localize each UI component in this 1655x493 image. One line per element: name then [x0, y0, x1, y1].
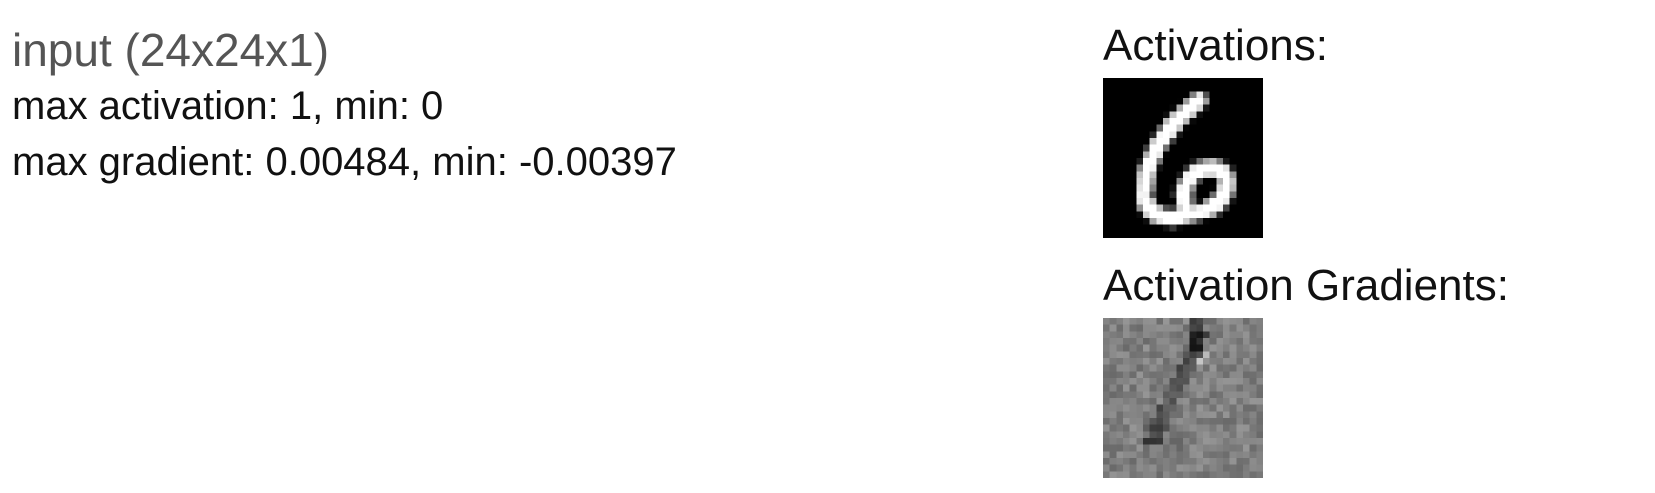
activation-gradients-image: [1103, 318, 1263, 478]
visualization-panel: Activations: Activation Gradients:: [1103, 18, 1643, 478]
activation-stats: max activation: 1, min: 0: [12, 84, 444, 128]
gradient-stats: max gradient: 0.00484, min: -0.00397: [12, 140, 677, 184]
gradients-label: Activation Gradients:: [1103, 261, 1509, 310]
layer-title: input (24x24x1): [12, 24, 330, 76]
activations-label: Activations:: [1103, 21, 1328, 70]
layer-info: input (24x24x1) max activation: 1, min: …: [12, 22, 1012, 190]
activations-image: [1103, 78, 1263, 238]
